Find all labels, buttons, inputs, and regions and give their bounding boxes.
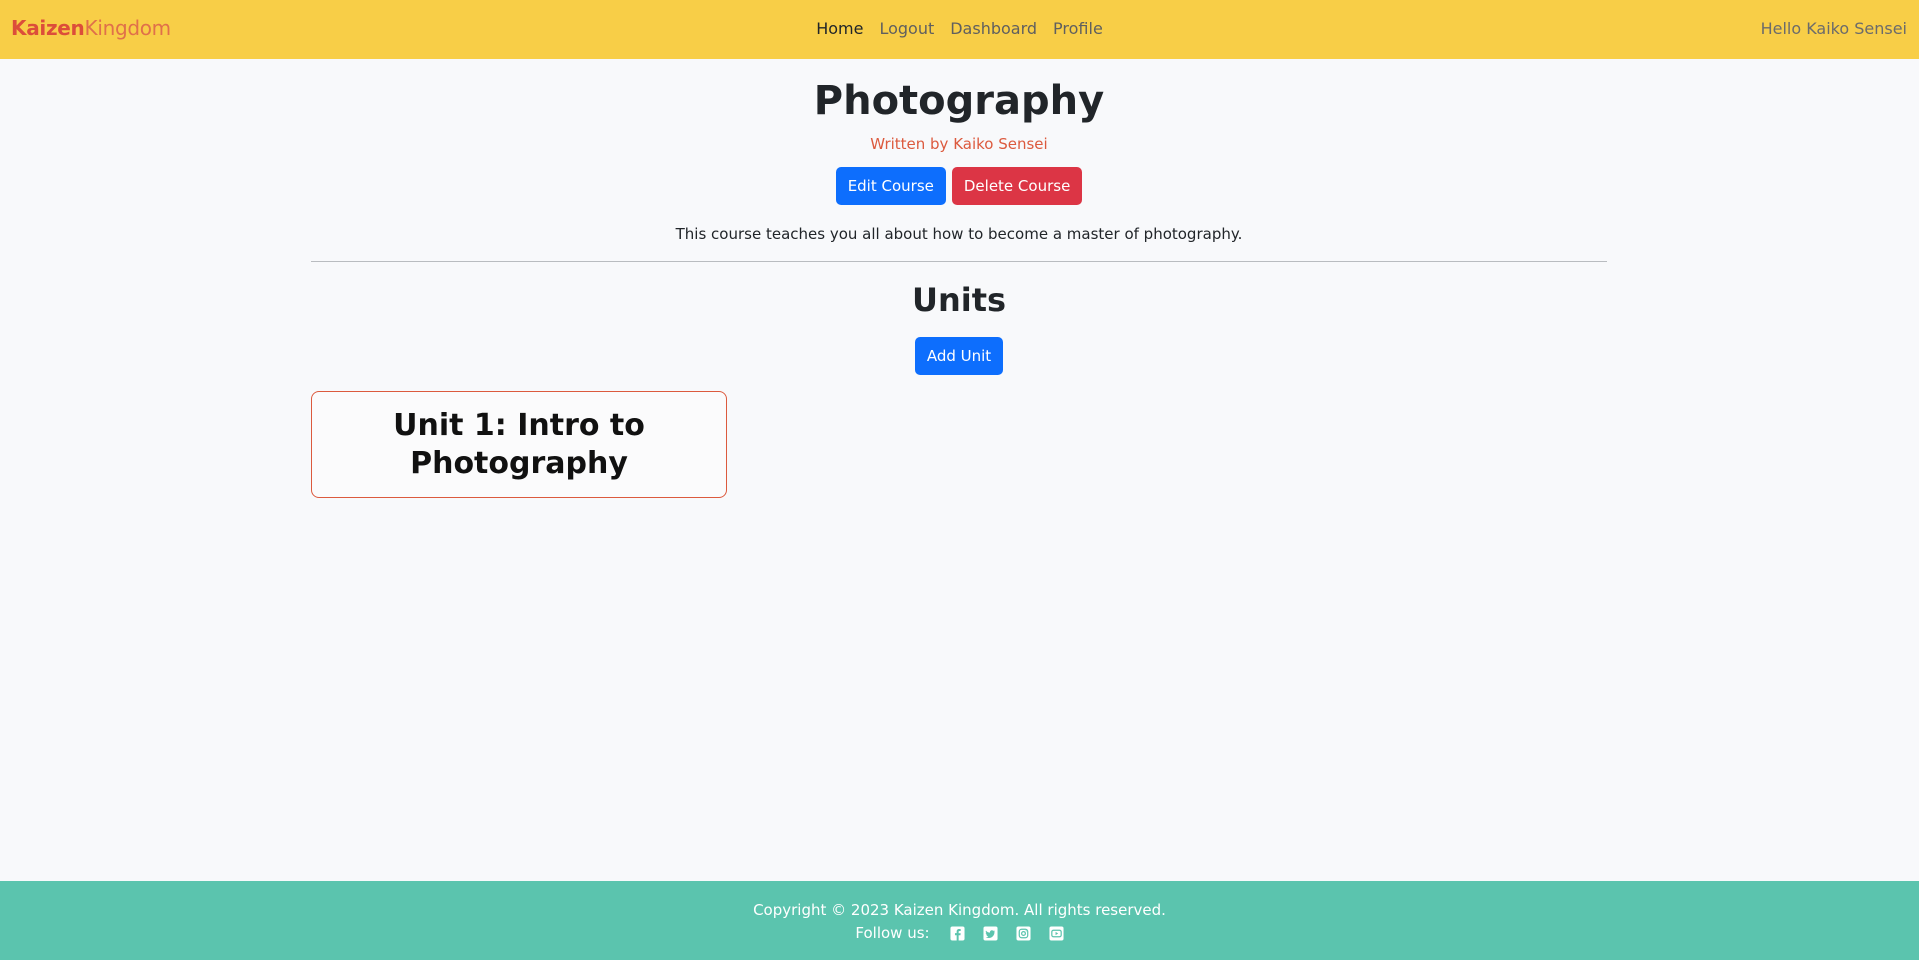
copyright-text: Copyright © 2023 Kaizen Kingdom. All rig… bbox=[753, 901, 1166, 919]
follow-label: Follow us: bbox=[855, 924, 930, 942]
add-unit-wrap: Add Unit bbox=[311, 337, 1607, 375]
navbar: KaizenKingdom Home Logout Dashboard Prof… bbox=[0, 0, 1919, 59]
instagram-icon[interactable] bbox=[1016, 925, 1031, 941]
follow-row: Follow us: bbox=[0, 924, 1919, 942]
twitter-icon[interactable] bbox=[983, 925, 998, 941]
facebook-icon[interactable] bbox=[950, 925, 965, 941]
course-actions: Edit Course Delete Course bbox=[311, 167, 1607, 205]
unit-title: Unit 1: Intro to Photography bbox=[393, 407, 645, 481]
course-description: This course teaches you all about how to… bbox=[675, 225, 1243, 243]
nav-link-home[interactable]: Home bbox=[816, 19, 863, 38]
units-heading: Units bbox=[911, 281, 1007, 319]
nav-link-logout[interactable]: Logout bbox=[879, 19, 934, 38]
delete-course-button[interactable]: Delete Course bbox=[951, 167, 1083, 205]
user-greeting: Hello Kaiko Sensei bbox=[1760, 19, 1907, 38]
page-title: Photography bbox=[813, 78, 1105, 124]
nav-link-dashboard[interactable]: Dashboard bbox=[950, 19, 1037, 38]
unit-card[interactable]: Unit 1: Intro to Photography bbox=[311, 391, 727, 498]
nav-links: Home Logout Dashboard Profile bbox=[0, 19, 1919, 38]
social-links bbox=[950, 925, 1064, 941]
add-unit-button[interactable]: Add Unit bbox=[914, 337, 1004, 375]
edit-course-button[interactable]: Edit Course bbox=[835, 167, 946, 205]
units-list: Unit 1: Intro to Photography bbox=[311, 391, 1607, 498]
course-main: Photography Written by Kaiko Sensei Edit… bbox=[311, 59, 1607, 498]
youtube-icon[interactable] bbox=[1049, 925, 1064, 941]
section-divider bbox=[311, 261, 1607, 262]
course-author: Written by Kaiko Sensei bbox=[870, 135, 1048, 153]
footer: Copyright © 2023 Kaizen Kingdom. All rig… bbox=[0, 881, 1919, 960]
nav-link-profile[interactable]: Profile bbox=[1053, 19, 1103, 38]
